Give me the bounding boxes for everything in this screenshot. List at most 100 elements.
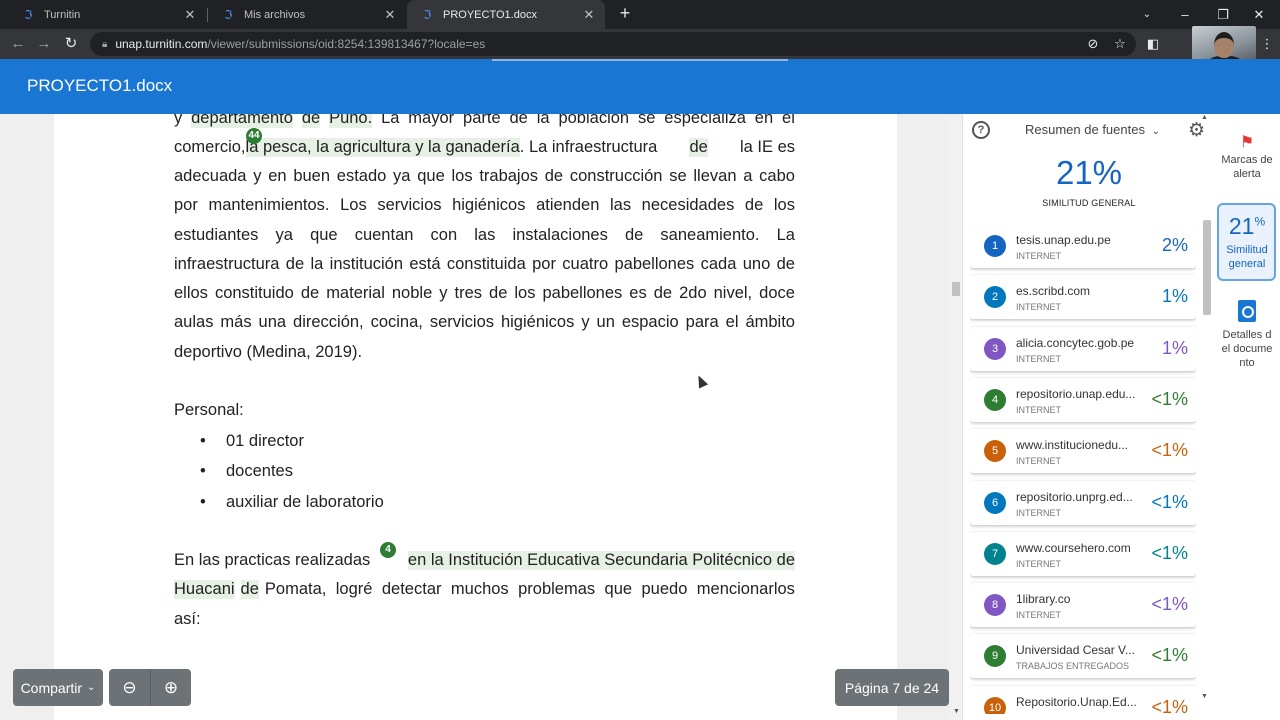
- match-marker-badge[interactable]: 44: [246, 128, 262, 144]
- eye-off-icon[interactable]: ⊘: [1084, 35, 1102, 53]
- source-card[interactable]: 4 repositorio.unap.edu... INTERNET <1%: [970, 377, 1196, 422]
- source-type: INTERNET: [1016, 713, 1061, 714]
- zoom-in-icon[interactable]: ⊕: [150, 669, 191, 706]
- doc-word: de: [509, 114, 528, 127]
- doc-text: comercio,: [174, 138, 246, 156]
- share-label: Compartir: [20, 679, 83, 696]
- source-type: INTERNET: [1016, 251, 1061, 261]
- match-highlight[interactable]: la pesca, la agricultura y la ganadería: [245, 138, 520, 157]
- doc-word: un: [596, 313, 615, 331]
- tab-proyecto1[interactable]: ℑ PROYECTO1.docx ✕: [407, 0, 605, 29]
- document-page: y departamento de Puno. La mayor parte de la pobl…: [54, 114, 897, 720]
- doc-word: para: [685, 313, 719, 331]
- doc-word: mayor: [408, 114, 455, 127]
- source-card[interactable]: 6 repositorio.unprg.ed... INTERNET <1%: [970, 480, 1196, 525]
- source-card[interactable]: 1 tesis.unap.edu.pe INTERNET 2%: [970, 224, 1196, 268]
- source-card[interactable]: 7 www.coursehero.com INTERNET <1%: [970, 531, 1196, 576]
- menu-dots-icon[interactable]: ⋮: [1258, 35, 1276, 53]
- source-card[interactable]: 10 Repositorio.Unap.Ed... INTERNET <1%: [970, 685, 1196, 714]
- share-button[interactable]: Compartir ⌄: [13, 669, 103, 706]
- doc-word: que: [310, 226, 338, 244]
- doc-word: departamento: [191, 114, 293, 128]
- alert-flags-button[interactable]: ⚑ Marcas de alerta: [1214, 135, 1280, 181]
- close-window-icon[interactable]: ✕: [1240, 0, 1278, 29]
- back-icon[interactable]: ←: [8, 34, 28, 54]
- scrollbar-thumb[interactable]: [952, 282, 960, 296]
- source-card[interactable]: 8 1library.co INTERNET <1%: [970, 583, 1196, 628]
- source-percentage: <1%: [1151, 491, 1188, 512]
- source-name: repositorio.unap.edu...: [1016, 386, 1136, 401]
- doc-word: de: [544, 167, 564, 185]
- source-card[interactable]: 9 Universidad Cesar V... TRABAJOS ENTREGAD…: [970, 634, 1196, 679]
- source-percentage: <1%: [1151, 388, 1188, 409]
- sidebar-icon[interactable]: ◧: [1144, 35, 1162, 53]
- tab-mis-archivos[interactable]: ℑ Mis archivos ✕: [208, 0, 406, 29]
- doc-word: La: [381, 114, 400, 127]
- source-name: alicia.concytec.gob.pe: [1016, 335, 1135, 350]
- doc-line: ellos constituido de material noble y tres de lo…: [174, 284, 795, 303]
- doc-word: tres: [454, 284, 483, 302]
- doc-line: Huacani de Pomata, logré detectar muchos pro…: [174, 580, 795, 599]
- source-percentage: 2%: [1161, 235, 1188, 255]
- source-summary-dropdown[interactable]: Resumen de fuentes ⌄: [1025, 122, 1160, 137]
- source-number-badge: 4: [984, 388, 1006, 411]
- doc-word: una: [258, 313, 287, 331]
- doc-word: la: [536, 114, 550, 127]
- tab-search-chevron-icon[interactable]: ⌄: [1128, 0, 1166, 29]
- doc-word: higiénicos: [500, 313, 575, 331]
- doc-line: así:: [174, 610, 795, 629]
- similarity-rail-button[interactable]: 21% Similitud general: [1217, 203, 1276, 281]
- doc-word: noble: [391, 284, 433, 302]
- doc-word: atienden: [536, 196, 600, 214]
- scrollbar-thumb[interactable]: [1203, 220, 1211, 315]
- match-highlight[interactable]: Huacani: [174, 580, 235, 599]
- reload-icon[interactable]: ↻: [61, 34, 81, 54]
- close-tab-icon[interactable]: ✕: [182, 7, 198, 23]
- bookmark-star-icon[interactable]: ☆: [1111, 35, 1129, 53]
- scroll-up-arrow-icon[interactable]: ▲: [1201, 114, 1208, 121]
- address-bar[interactable]: 🔒︎ unap.turnitin.com /viewer/submissions…: [90, 32, 1136, 56]
- header-accent-line: [492, 59, 788, 61]
- chevron-down-icon: ⌄: [87, 682, 96, 693]
- source-percentage: <1%: [1151, 696, 1188, 714]
- close-tab-icon[interactable]: ✕: [382, 7, 398, 23]
- rail-pct-sign: %: [1254, 214, 1266, 229]
- source-card[interactable]: 2 es.scribd.com INTERNET 1%: [970, 275, 1196, 320]
- page-indicator: Página 7 de 24: [835, 669, 949, 706]
- close-tab-icon[interactable]: ✕: [581, 7, 597, 23]
- minimize-icon[interactable]: –: [1166, 0, 1204, 29]
- match-highlight[interactable]: de: [240, 580, 259, 599]
- source-card[interactable]: 3 alicia.concytec.gob.pe INTERNET 1%: [970, 326, 1196, 371]
- zoom-out-icon[interactable]: ⊖: [109, 669, 150, 706]
- document-scrollbar[interactable]: [950, 114, 962, 720]
- doc-word: cuatro: [562, 255, 609, 273]
- match-marker-badge[interactable]: 4: [380, 542, 396, 558]
- new-tab-button[interactable]: +: [615, 3, 635, 24]
- doc-word: de: [624, 226, 644, 244]
- doc-line: y departamento de Puno. La mayor parte de la pobl…: [174, 114, 795, 128]
- forward-icon[interactable]: →: [34, 34, 54, 54]
- source-type: INTERNET: [1016, 456, 1061, 467]
- doc-word: de: [285, 255, 305, 273]
- source-card[interactable]: 5 www.institucionedu... INTERNET <1%: [970, 429, 1196, 474]
- doc-word: los: [514, 284, 536, 302]
- tab-turnitin[interactable]: ℑ Turnitin ✕: [8, 0, 206, 29]
- source-percentage: <1%: [1151, 542, 1188, 563]
- doc-scroll-down-arrow-icon[interactable]: ▼: [953, 708, 960, 715]
- source-name: www.institucionedu...: [1016, 438, 1129, 453]
- doc-word: pabellones: [542, 284, 623, 302]
- document-details-button[interactable]: Detalles del documento: [1214, 300, 1280, 370]
- help-icon[interactable]: ?: [972, 121, 990, 139]
- source-type: INTERNET: [1016, 610, 1061, 621]
- restore-icon[interactable]: ❐: [1204, 0, 1242, 29]
- gear-icon[interactable]: ⚙: [1188, 119, 1205, 142]
- doc-word: el: [782, 114, 795, 127]
- doc-word: cuentan: [354, 226, 414, 244]
- panel-scrollbar[interactable]: [1202, 220, 1212, 710]
- doc-word: se: [669, 167, 687, 185]
- match-highlight[interactable]: en la Institución Educativa Secundaria P…: [407, 551, 795, 570]
- doc-word: de: [653, 284, 673, 302]
- webcam-person-head: [1214, 32, 1234, 58]
- match-highlight[interactable]: de: [689, 138, 708, 157]
- doc-word: aulas: [174, 313, 214, 331]
